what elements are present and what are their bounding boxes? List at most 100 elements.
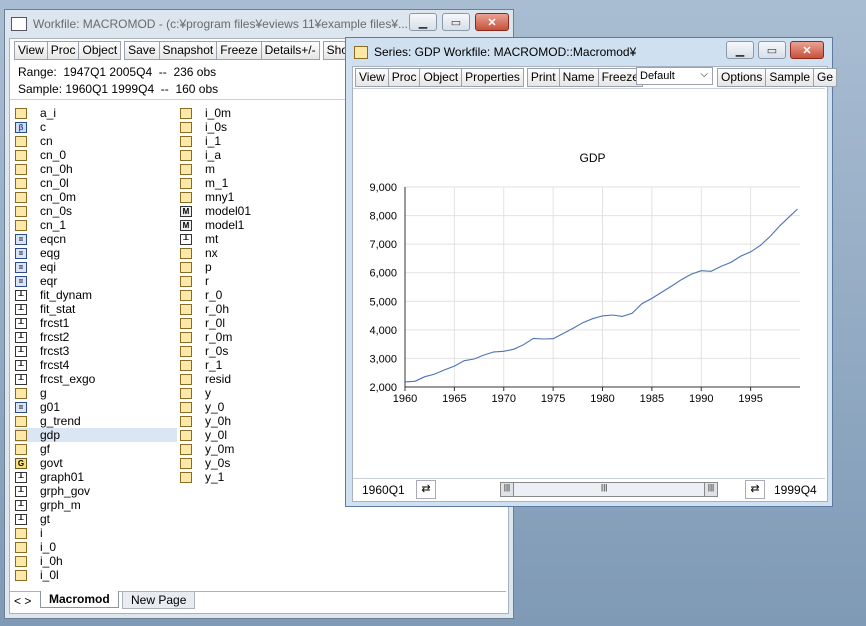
object-item-i-0m[interactable]: i_0m <box>180 106 231 120</box>
series-name-button[interactable]: Name <box>558 68 599 87</box>
object-item-y-0[interactable]: y_0 <box>180 400 224 414</box>
object-item-r-0m[interactable]: r_0m <box>180 330 232 344</box>
wf-freeze-button[interactable]: Freeze <box>216 41 262 60</box>
tab-new-page[interactable]: New Page <box>122 592 196 609</box>
object-item-i-0l[interactable]: i_0l <box>15 568 59 582</box>
object-item-resid[interactable]: resid <box>180 372 231 386</box>
object-item-eqr[interactable]: = eqr <box>15 274 57 288</box>
object-item-frcst3[interactable]: ╨ frcst3 <box>15 344 69 358</box>
series-window[interactable]: Series: GDP Workfile: MACROMOD::Macromod… <box>345 37 838 507</box>
sample-slider-track[interactable]: ||| ||| ||| <box>500 482 718 497</box>
object-item-model01[interactable]: Mmodel01 <box>180 204 251 218</box>
tab-macromod[interactable]: Macromod <box>40 591 119 608</box>
object-item-i-1[interactable]: i_1 <box>180 134 221 148</box>
object-item-y-0s[interactable]: y_0s <box>180 456 230 470</box>
object-item-a-i[interactable]: a_i <box>15 106 56 120</box>
series-object-button[interactable]: Object <box>419 68 463 87</box>
object-item-m[interactable]: m <box>180 162 215 176</box>
object-item-g[interactable]: g <box>15 386 47 400</box>
series-proc-button[interactable]: Proc <box>387 68 421 87</box>
object-item-gf[interactable]: gf <box>15 442 50 456</box>
object-item-cn[interactable]: cn <box>15 134 53 148</box>
object-item-r[interactable]: r <box>180 274 209 288</box>
object-item-mny1[interactable]: mny1 <box>180 190 234 204</box>
object-item-g-trend[interactable]: g_trend <box>15 414 81 428</box>
series-view-button[interactable]: View <box>355 68 389 87</box>
object-item-i-a[interactable]: i_a <box>180 148 221 162</box>
object-item-cn-0h[interactable]: cn_0h <box>15 162 73 176</box>
slider-left-handle[interactable]: ||| <box>501 483 514 496</box>
object-item-nx[interactable]: nx <box>180 246 218 260</box>
minimize-button[interactable]: ▁ <box>726 41 754 59</box>
slider-right-handle[interactable]: ||| <box>704 483 717 496</box>
series-options-button[interactable]: Options <box>717 68 767 87</box>
object-item-r-0h[interactable]: r_0h <box>180 302 229 316</box>
object-item-gt[interactable]: ╨ gt <box>15 512 50 526</box>
graph-icon: ╨ <box>15 289 27 301</box>
object-item-r-0[interactable]: r_0 <box>180 288 222 302</box>
object-item-p[interactable]: p <box>180 260 212 274</box>
series-sample-button[interactable]: Sample <box>765 68 815 87</box>
object-item-model1[interactable]: Mmodel1 <box>180 218 244 232</box>
wf-details--button[interactable]: Details+/- <box>260 41 320 60</box>
wf-object-button[interactable]: Object <box>78 41 122 60</box>
object-item-frcst2[interactable]: ╨ frcst2 <box>15 330 69 344</box>
close-button[interactable]: ✕ <box>790 41 824 59</box>
wf-proc-button[interactable]: Proc <box>46 41 80 60</box>
object-item-eqg[interactable]: = eqg <box>15 246 60 260</box>
object-item-frcst1[interactable]: ╨ frcst1 <box>15 316 69 330</box>
object-item-cn-0s[interactable]: cn_0s <box>15 204 72 218</box>
object-item-r-1[interactable]: r_1 <box>180 358 222 372</box>
object-item-r-0s[interactable]: r_0s <box>180 344 228 358</box>
minimize-button[interactable]: ▁ <box>409 13 437 31</box>
wf-save-button[interactable]: Save <box>124 41 160 60</box>
maximize-button[interactable]: ▭ <box>758 41 786 59</box>
series-icon <box>15 107 27 119</box>
object-item-y-0h[interactable]: y_0h <box>180 414 231 428</box>
object-item-fit-dynam[interactable]: ╨ fit_dynam <box>15 288 92 302</box>
object-item-cn-1[interactable]: cn_1 <box>15 218 66 232</box>
object-item-graph01[interactable]: ╨ graph01 <box>15 470 84 484</box>
object-item-grph-m[interactable]: ╨ grph_m <box>15 498 81 512</box>
tab-nav-arrows[interactable]: < > <box>14 594 31 608</box>
object-item-cn-0m[interactable]: cn_0m <box>15 190 76 204</box>
workfile-titlebar[interactable]: Workfile: MACROMOD - (c:¥program files¥e… <box>5 10 513 38</box>
object-item-eqi[interactable]: = eqi <box>15 260 56 274</box>
series-properties-button[interactable]: Properties <box>461 68 524 87</box>
object-item-mt[interactable]: ╨ mt <box>180 232 218 246</box>
object-item-c[interactable]: βc <box>15 120 46 134</box>
object-item-i[interactable]: i <box>15 526 43 540</box>
object-item-cn-0l[interactable]: cn_0l <box>15 176 69 190</box>
series-titlebar[interactable]: Series: GDP Workfile: MACROMOD::Macromod… <box>346 38 832 66</box>
object-item-i-0h[interactable]: i_0h <box>15 554 63 568</box>
object-item-eqcn[interactable]: = eqcn <box>15 232 66 246</box>
object-item-i-0s[interactable]: i_0s <box>180 120 227 134</box>
object-item-m-1[interactable]: m_1 <box>180 176 228 190</box>
swap-arrows-icon[interactable]: ⇄ <box>416 480 436 499</box>
sample-row[interactable]: Sample: 1960Q1 1999Q4 -- 160 obs <box>18 82 218 96</box>
object-item-i-0[interactable]: i_0 <box>15 540 56 554</box>
series-print-button[interactable]: Print <box>526 68 560 87</box>
view-dropdown[interactable]: Default ⌵ <box>636 67 713 85</box>
object-item-fit-stat[interactable]: ╨ fit_stat <box>15 302 75 316</box>
object-item-r-0l[interactable]: r_0l <box>180 316 225 330</box>
object-item-y-1[interactable]: y_1 <box>180 470 224 484</box>
close-button[interactable]: ✕ <box>475 13 509 31</box>
maximize-button[interactable]: ▭ <box>442 13 470 31</box>
wf-view-button[interactable]: View <box>14 41 48 60</box>
wf-snapshot-button[interactable]: Snapshot <box>158 41 218 60</box>
object-item-frcst4[interactable]: ╨ frcst4 <box>15 358 69 372</box>
object-item-grph-gov[interactable]: ╨ grph_gov <box>15 484 90 498</box>
object-item-y-0l[interactable]: y_0l <box>180 428 227 442</box>
object-item-y[interactable]: y <box>180 386 211 400</box>
object-item-cn-0[interactable]: cn_0 <box>15 148 66 162</box>
series-ge-button[interactable]: Ge <box>813 68 838 87</box>
object-item-y-0m[interactable]: y_0m <box>180 442 234 456</box>
object-item-govt[interactable]: Ggovt <box>15 456 63 470</box>
swap-arrows-icon[interactable]: ⇄ <box>745 480 765 499</box>
object-item-frcst-exgo[interactable]: ╨ frcst_exgo <box>15 372 95 386</box>
object-item-g01[interactable]: = g01 <box>15 400 60 414</box>
object-name: y_0l <box>205 428 228 442</box>
range-value: 1947Q1 2005Q4 <box>63 65 153 79</box>
object-item-gdp[interactable]: gdp <box>15 428 177 442</box>
